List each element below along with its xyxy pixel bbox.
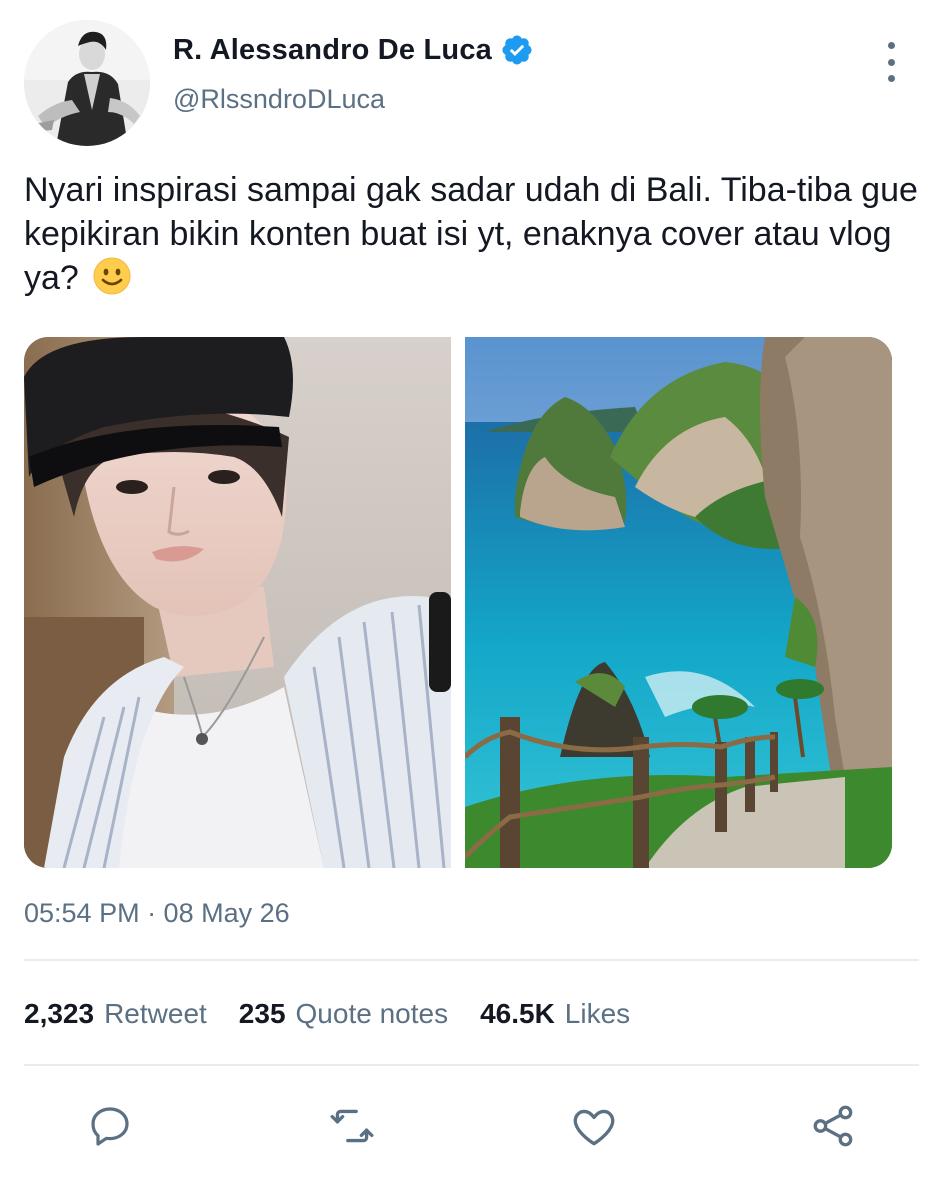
more-dot — [887, 58, 895, 66]
divider — [24, 1064, 919, 1066]
photo-bali-cliff[interactable] — [465, 337, 892, 868]
like-icon[interactable] — [566, 1098, 622, 1154]
author-handle[interactable]: @RlssndroDLuca — [173, 84, 385, 115]
selfie-photo-image — [24, 337, 451, 868]
reply-icon[interactable] — [82, 1098, 138, 1154]
quote-count: 235 — [238, 998, 286, 1029]
action-bar — [24, 1098, 919, 1154]
more-dot — [887, 42, 895, 49]
bali-cliff-photo-image — [465, 337, 892, 868]
divider — [24, 959, 919, 961]
author-name-row[interactable]: R. Alessandro De Luca — [173, 28, 534, 72]
retweet-icon[interactable] — [324, 1098, 380, 1154]
quote-stat[interactable]: 235 Quote notes — [239, 998, 448, 1030]
retweet-label: Retweet — [104, 998, 207, 1029]
quote-label: Quote notes — [295, 998, 449, 1029]
media-grid — [24, 337, 892, 868]
engagement-stats: 2,323 Retweet 235 Quote notes 46.5K Like… — [24, 998, 662, 1030]
like-count: 46.5K — [480, 998, 555, 1029]
avatar-image — [24, 20, 150, 146]
photo-selfie[interactable] — [24, 337, 451, 868]
retweet-count: 2,323 — [24, 998, 95, 1029]
share-icon[interactable] — [806, 1098, 862, 1154]
tweet-detail: R. Alessandro De Luca @RlssndroDLuca Nya… — [0, 0, 944, 1200]
like-stat[interactable]: 46.5K Likes — [480, 998, 630, 1030]
display-name[interactable]: R. Alessandro De Luca — [173, 34, 492, 67]
slightly-smiling-face-icon — [92, 256, 132, 296]
verified-badge-icon — [500, 33, 534, 67]
like-label: Likes — [564, 998, 631, 1029]
avatar[interactable] — [24, 20, 150, 146]
retweet-stat[interactable]: 2,323 Retweet — [24, 998, 207, 1030]
more-options-icon[interactable] — [876, 42, 906, 82]
tweet-timestamp[interactable]: 05:54 PM · 08 May 26 — [24, 898, 290, 929]
tweet-text: Nyari inspirasi sampai gak sadar udah di… — [24, 168, 924, 300]
tweet-body: Nyari inspirasi sampai gak sadar udah di… — [24, 171, 918, 297]
more-dot — [887, 75, 895, 82]
